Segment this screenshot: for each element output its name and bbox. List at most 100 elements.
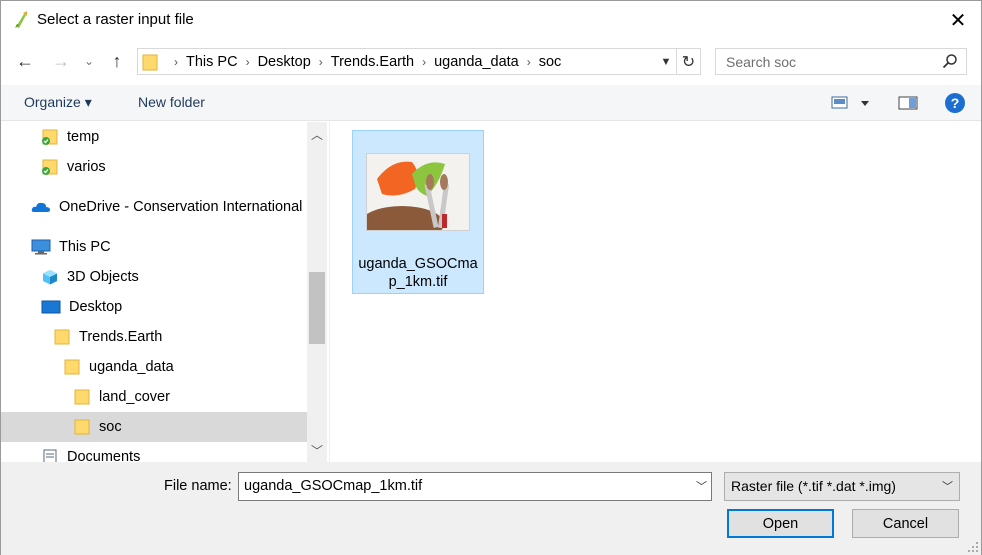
change-view-button[interactable] — [831, 95, 871, 114]
file-item[interactable]: uganda_GSOCmap_1km.tif — [352, 130, 484, 294]
tree-item-onedrive[interactable]: OneDrive - Conservation International — [1, 192, 307, 222]
qgis-brush-icon — [15, 11, 27, 28]
tree-item-label: temp — [67, 129, 100, 145]
tree-item-label: land_cover — [99, 389, 170, 405]
paint-palette-icon — [367, 154, 469, 230]
folder-icon — [142, 54, 158, 71]
close-button[interactable]: ✕ — [935, 1, 981, 39]
tree-item-label: OneDrive - Conservation International — [59, 199, 303, 215]
tree-item-soc[interactable]: soc — [1, 412, 307, 442]
refresh-icon: ↻ — [681, 53, 696, 71]
up-arrow-icon: ↑ — [112, 50, 122, 71]
window-title: Select a raster input file — [37, 11, 194, 28]
scroll-up-button[interactable]: ︿ — [307, 124, 327, 144]
tree-item-trends-earth[interactable]: Trends.Earth — [1, 322, 307, 352]
recent-locations-button[interactable]: ⌄ — [81, 49, 97, 73]
tree-item-label: 3D Objects — [67, 269, 139, 285]
chevron-down-icon: ▼ — [660, 55, 672, 68]
onedrive-cloud-icon — [31, 202, 50, 212]
chevron-right-icon: › — [174, 54, 178, 69]
tree-item-label: Trends.Earth — [79, 329, 163, 345]
navigation-pane: temp varios OneDrive - Conservation Inte… — [1, 122, 307, 462]
computer-icon — [31, 239, 51, 255]
file-name-label: uganda_GSOCmap_1km.tif — [358, 256, 478, 290]
chevron-down-icon: ﹀ — [942, 481, 953, 493]
tree-item-uganda-data[interactable]: uganda_data — [1, 352, 307, 382]
folder-icon — [54, 329, 70, 345]
documents-icon — [43, 449, 57, 462]
forward-arrow-icon: → — [52, 50, 70, 71]
desktop-icon — [41, 300, 61, 314]
breadcrumb: › This PC › Desktop › Trends.Earth › uga… — [166, 49, 561, 74]
chevron-right-icon: › — [422, 54, 427, 69]
raster-image-thumbnail — [366, 153, 470, 231]
tree-item-varios[interactable]: varios — [1, 152, 307, 182]
address-dropdown-button[interactable]: ▼ — [656, 49, 676, 74]
tree-item-label: Documents — [67, 449, 141, 462]
navigation-scrollbar[interactable]: ︿ ﹀ — [307, 122, 327, 462]
chevron-right-icon: › — [526, 54, 531, 69]
folder-icon — [74, 389, 90, 405]
organize-button[interactable]: Organize ▾ — [24, 94, 92, 111]
file-name-field[interactable]: uganda_GSOCmap_1km.tif ﹀ — [238, 472, 712, 501]
tree-item-3d-objects[interactable]: 3D Objects — [1, 262, 307, 292]
file-dialog: Select a raster input file ✕ ← → ⌄ ↑ › T… — [0, 0, 982, 555]
back-arrow-icon: ← — [16, 50, 34, 71]
scroll-down-button[interactable]: ﹀ — [307, 440, 327, 460]
3d-objects-icon — [43, 270, 57, 285]
new-folder-button[interactable]: New folder — [138, 94, 205, 110]
tree-item-desktop[interactable]: Desktop — [1, 292, 307, 322]
chevron-down-icon[interactable]: ﹀ — [696, 478, 707, 494]
search-placeholder: Search soc — [726, 54, 797, 70]
help-icon: ? — [950, 95, 960, 111]
breadcrumb-desktop[interactable]: Desktop — [258, 54, 311, 70]
navigation-row: ← → ⌄ ↑ › This PC › Desktop › Trends.Ear… — [1, 43, 981, 79]
file-name-caption: File name: — [164, 478, 232, 494]
tree-item-temp[interactable]: temp — [1, 122, 307, 152]
folder-sync-icon — [42, 159, 58, 175]
tree-item-label: soc — [99, 419, 122, 435]
breadcrumb-this-pc[interactable]: This PC — [186, 54, 238, 70]
preview-pane-button[interactable] — [898, 95, 918, 114]
tree-item-this-pc[interactable]: This PC — [1, 232, 307, 262]
file-list[interactable]: uganda_GSOCmap_1km.tif — [329, 122, 981, 462]
up-button[interactable]: ↑ — [105, 49, 129, 73]
tree-item-documents[interactable]: Documents — [1, 442, 307, 462]
search-input[interactable]: Search soc — [715, 48, 967, 75]
tree-item-label: Desktop — [69, 299, 123, 315]
file-type-select[interactable]: Raster file (*.tif *.dat *.img) ﹀ — [724, 472, 960, 501]
refresh-button[interactable]: ↻ — [676, 49, 700, 74]
breadcrumb-soc[interactable]: soc — [539, 54, 562, 70]
folder-icon — [64, 359, 80, 375]
file-name-value: uganda_GSOCmap_1km.tif — [244, 478, 423, 494]
resize-grip-icon[interactable] — [967, 541, 979, 553]
dialog-footer: File name: uganda_GSOCmap_1km.tif ﹀ Rast… — [1, 462, 981, 555]
tree-item-land-cover[interactable]: land_cover — [1, 382, 307, 412]
view-options-icon — [831, 96, 869, 109]
breadcrumb-uganda-data[interactable]: uganda_data — [434, 54, 519, 70]
preview-pane-icon — [898, 96, 918, 110]
file-type-value: Raster file (*.tif *.dat *.img) — [731, 478, 896, 494]
forward-button[interactable]: → — [49, 49, 73, 73]
chevron-right-icon: › — [318, 54, 323, 69]
folder-icon — [74, 419, 90, 435]
open-button[interactable]: Open — [727, 509, 834, 538]
folder-sync-icon — [42, 129, 58, 145]
tree-item-label: uganda_data — [89, 359, 174, 375]
chevron-up-icon: ︿ — [310, 127, 323, 142]
tree-item-label: varios — [67, 159, 106, 175]
chevron-right-icon: › — [245, 54, 250, 69]
chevron-down-icon: ⌄ — [83, 54, 95, 68]
back-button[interactable]: ← — [13, 49, 37, 73]
search-icon — [942, 54, 957, 69]
scrollbar-thumb[interactable] — [309, 272, 325, 344]
help-button[interactable]: ? — [945, 93, 965, 113]
title-bar: Select a raster input file ✕ — [1, 1, 981, 39]
close-icon: ✕ — [949, 9, 967, 32]
address-bar[interactable]: › This PC › Desktop › Trends.Earth › uga… — [137, 48, 701, 75]
tree-item-label: This PC — [59, 239, 111, 255]
cancel-button[interactable]: Cancel — [852, 509, 959, 538]
breadcrumb-trends-earth[interactable]: Trends.Earth — [331, 54, 414, 70]
chevron-down-icon: ﹀ — [310, 443, 323, 458]
command-toolbar: Organize ▾ New folder ? — [1, 85, 981, 121]
